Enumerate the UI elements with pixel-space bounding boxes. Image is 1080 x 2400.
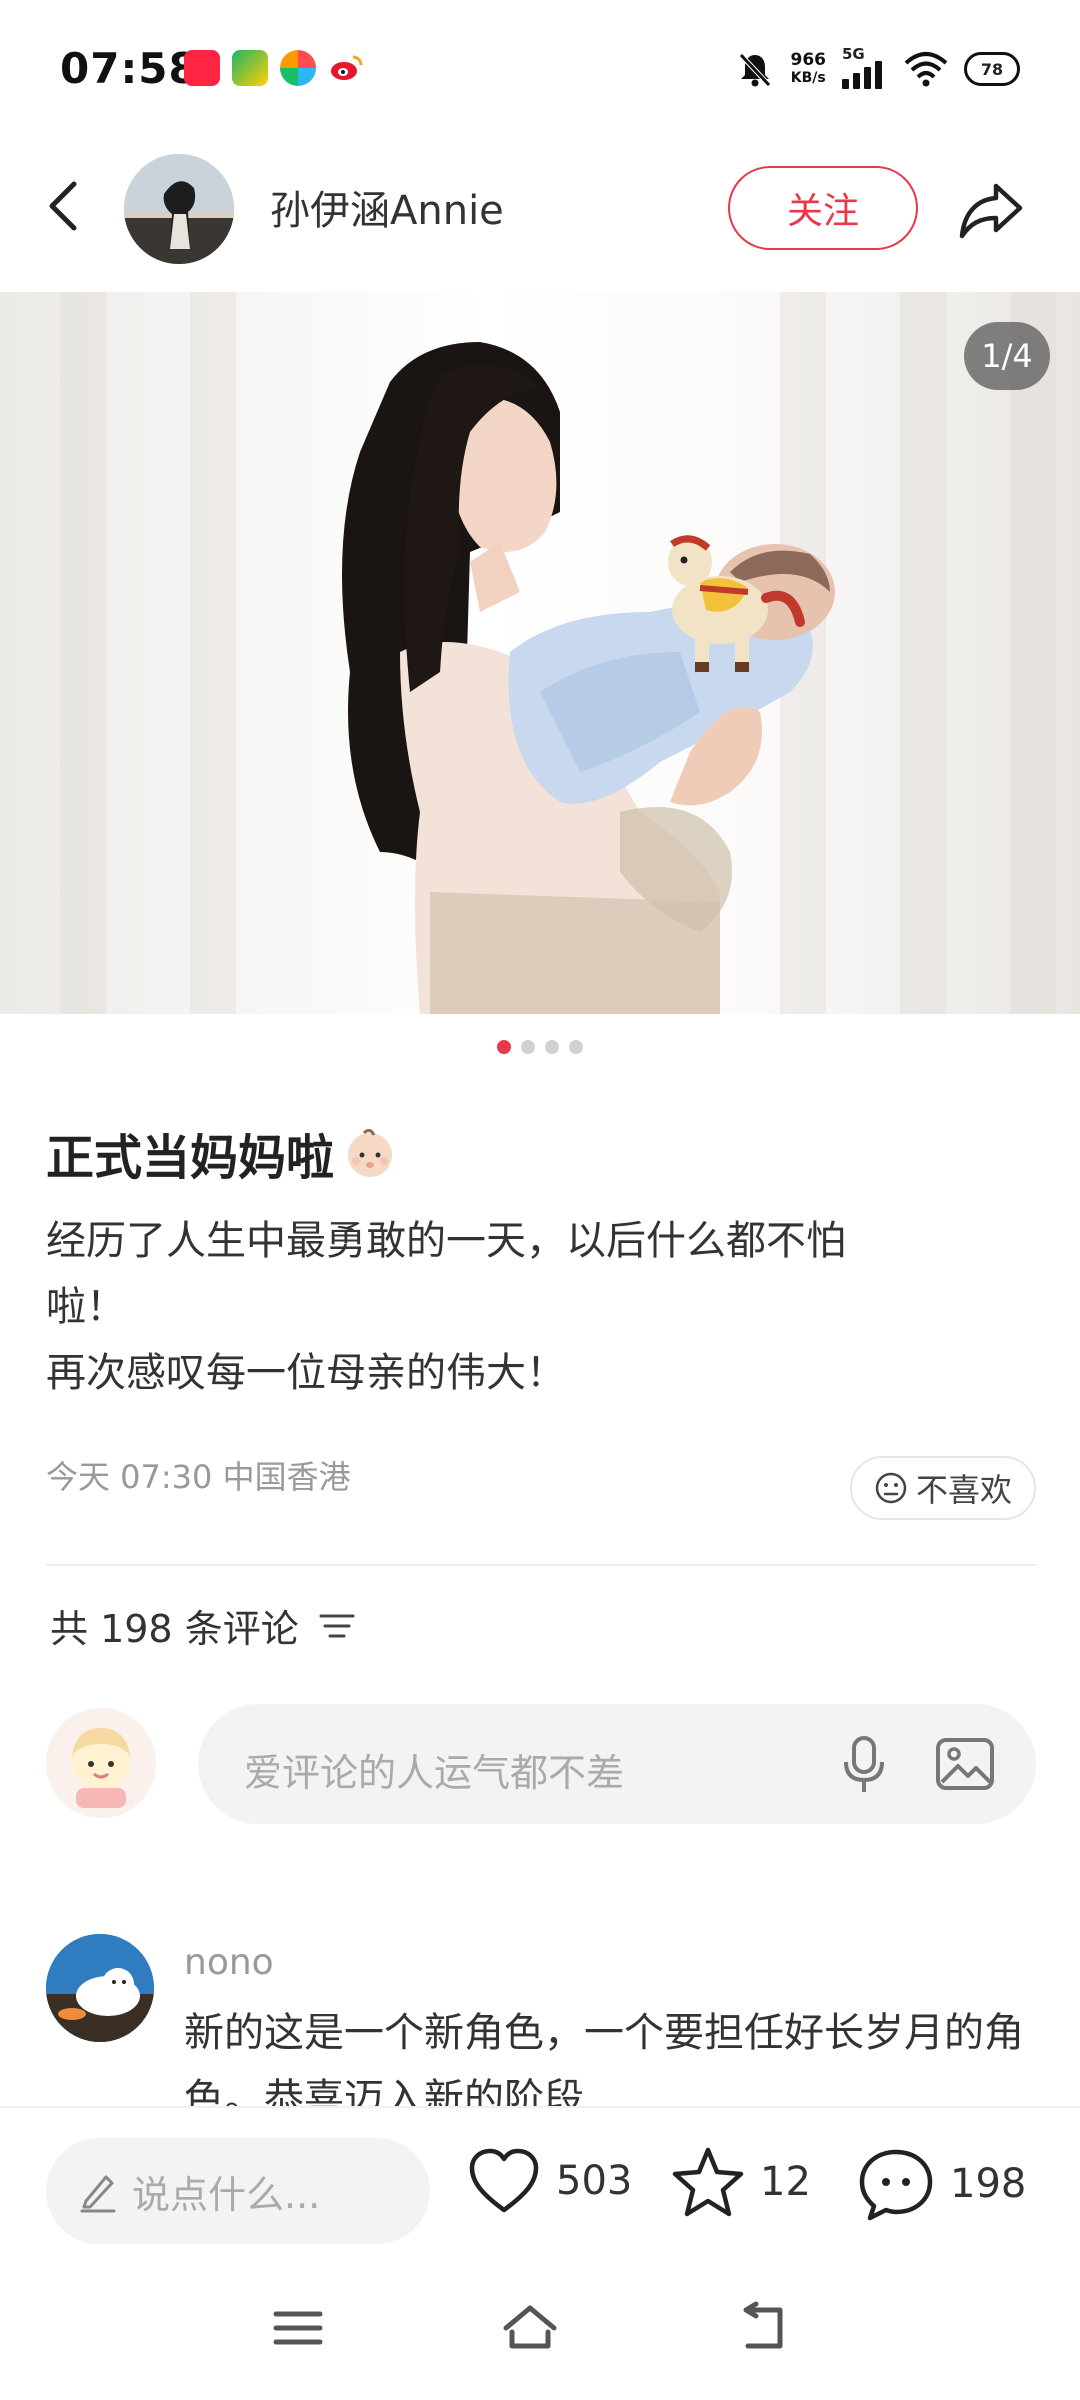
- mute-bell-icon: [738, 53, 771, 87]
- commenter-avatar[interactable]: [46, 1934, 154, 2042]
- xiaohongshu-notification-icon: [184, 50, 220, 86]
- menu-icon[interactable]: [268, 2300, 328, 2356]
- network-speed: 966 KB/s: [791, 51, 827, 87]
- microphone-icon[interactable]: [834, 1732, 894, 1796]
- mother-and-baby-illustration: [342, 342, 835, 1014]
- post-body: 经历了人生中最勇敢的一天，以后什么都不怕 啦！ 再次感叹每一位母亲的伟大！: [46, 1218, 846, 1396]
- favorite-button[interactable]: 12: [670, 2146, 811, 2218]
- pager-dot: [545, 1040, 559, 1054]
- battery-icon: 78: [964, 52, 1020, 86]
- comment-bubble-icon: [859, 2149, 933, 2221]
- author-name[interactable]: 孙伊涵Annie: [270, 178, 504, 236]
- say-something-input[interactable]: 说点什么...: [46, 2138, 430, 2244]
- like-count: 503: [556, 2158, 633, 2204]
- app-notification-icon: [280, 50, 316, 86]
- comment-button[interactable]: 198: [856, 2146, 1026, 2222]
- author-avatar[interactable]: [124, 154, 234, 264]
- post-image[interactable]: 1/4: [0, 292, 1080, 1014]
- post-header: 孙伊涵Annie 关注: [0, 150, 1080, 280]
- image-pager-dots: [0, 1040, 1080, 1054]
- comment-input-placeholder: 爱评论的人运气都不差: [244, 1751, 625, 1795]
- comments-header: 共 198 条评论: [50, 1598, 355, 1653]
- comment-input[interactable]: 爱评论的人运气都不差: [198, 1704, 1036, 1824]
- dislike-label: 不喜欢: [915, 1471, 1012, 1509]
- system-navigation-bar: [0, 2256, 1080, 2400]
- post-meta: 今天 07:30 中国香港: [46, 1458, 351, 1496]
- comment-author[interactable]: nono: [184, 1942, 274, 1983]
- battery-level: 78: [980, 59, 1004, 79]
- app-notification-icon: [232, 50, 268, 86]
- weibo-notification-icon: [328, 50, 364, 86]
- share-icon[interactable]: [956, 174, 1028, 246]
- post-title-text: 正式当妈妈啦: [46, 1130, 335, 1186]
- pencil-icon: [80, 2175, 116, 2213]
- network-type: 5G: [842, 45, 865, 63]
- baby-emoji-icon: [348, 1128, 393, 1177]
- comments-count: 共 198 条评论: [50, 1607, 299, 1651]
- post-title: 正式当妈妈啦: [46, 1118, 398, 1188]
- back-nav-icon[interactable]: [734, 2300, 794, 2356]
- status-time: 07:58: [60, 44, 199, 93]
- status-bar: 07:58 966 KB/s 5G 78: [0, 0, 1080, 140]
- image-picker-icon[interactable]: [934, 1734, 996, 1794]
- home-icon[interactable]: [500, 2300, 560, 2356]
- follow-button[interactable]: 关注: [728, 166, 918, 250]
- cellular-signal-icon: 5G: [842, 45, 888, 89]
- network-speed-value: 966: [790, 50, 827, 70]
- dislike-button[interactable]: 不喜欢: [850, 1456, 1036, 1520]
- like-button[interactable]: 503: [466, 2146, 632, 2216]
- sort-filter-icon[interactable]: [319, 1611, 355, 1641]
- my-avatar: [46, 1708, 156, 1818]
- bottom-action-bar: 说点什么... 503 12 198: [0, 2106, 1080, 2256]
- pager-dot-active: [497, 1040, 511, 1054]
- notification-icons: [184, 50, 364, 86]
- say-something-placeholder: 说点什么...: [132, 2172, 321, 2217]
- network-speed-unit: KB/s: [790, 70, 826, 86]
- star-icon: [672, 2147, 744, 2217]
- heart-icon: [469, 2148, 539, 2213]
- comment-count: 198: [950, 2161, 1027, 2207]
- wifi-icon: [904, 52, 948, 87]
- divider: [46, 1564, 1036, 1566]
- pager-dot: [569, 1040, 583, 1054]
- comment-text[interactable]: 新的这是一个新角色，一个要担任好长岁月的角色。恭喜迈入新的阶段: [184, 2000, 1044, 2108]
- pager-dot: [521, 1040, 535, 1054]
- back-arrow-icon[interactable]: [36, 176, 96, 236]
- image-counter: 1/4: [964, 322, 1050, 390]
- favorite-count: 12: [760, 2159, 811, 2205]
- neutral-face-icon: [875, 1472, 907, 1504]
